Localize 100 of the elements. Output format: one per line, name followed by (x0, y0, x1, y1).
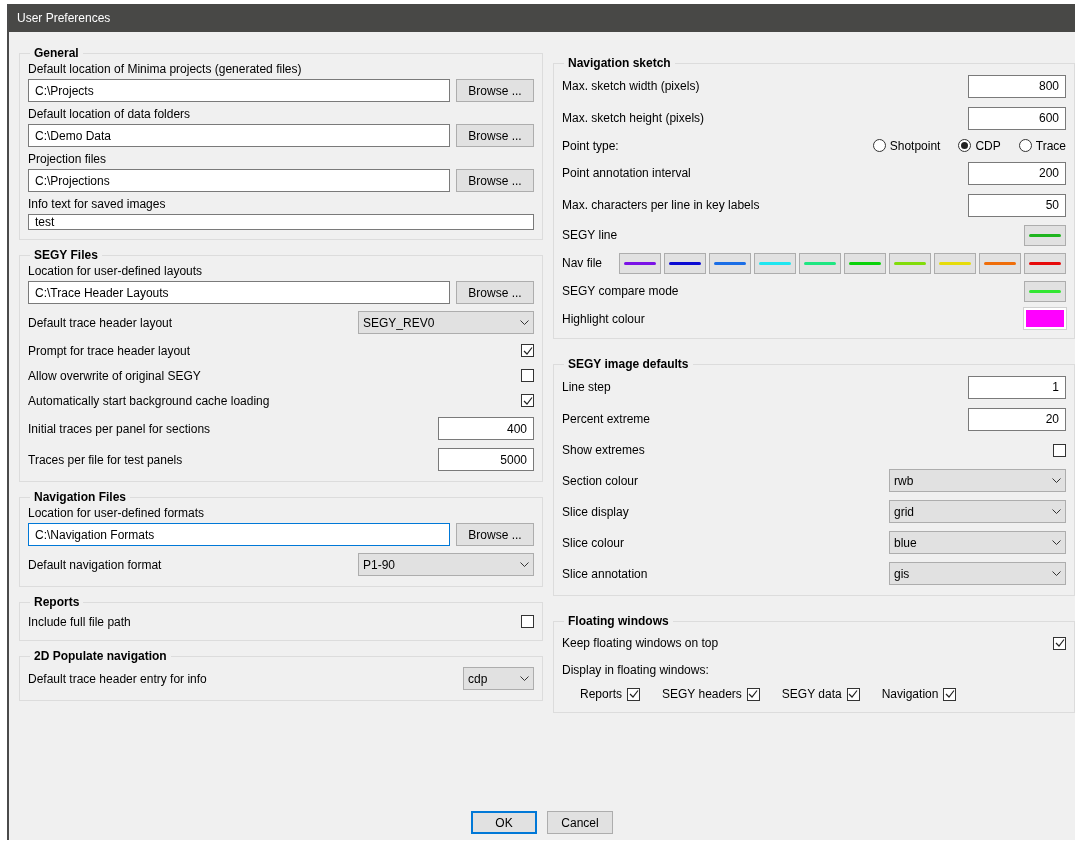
field-label: Line step (562, 380, 611, 394)
path-field[interactable]: C:\Projections (28, 169, 450, 192)
color-picker-button[interactable] (709, 252, 751, 274)
radio-option[interactable]: Shotpoint (872, 138, 941, 153)
dropdown[interactable]: grid (889, 500, 1066, 523)
path-field[interactable]: C:\Trace Header Layouts (28, 281, 450, 304)
number-field[interactable]: 5000 (438, 448, 534, 471)
browse-button[interactable]: Browse ... (456, 169, 534, 192)
check-icon (522, 345, 533, 356)
color-picker-button[interactable] (664, 252, 706, 274)
dropdown[interactable]: gis (889, 562, 1066, 585)
field-label: Allow overwrite of original SEGY (28, 368, 201, 383)
chevron-down-icon (1052, 539, 1061, 546)
browse-button[interactable]: Browse ... (456, 124, 534, 147)
browse-button[interactable]: Browse ... (456, 281, 534, 304)
color-picker-button[interactable] (799, 252, 841, 274)
dropdown[interactable]: SEGY_REV0 (358, 311, 534, 334)
checkbox[interactable] (943, 687, 957, 701)
checkbox[interactable] (521, 344, 534, 357)
field-label: Initial traces per panel for sections (28, 421, 211, 436)
number-field[interactable]: 1 (968, 375, 1066, 399)
field-label: Slice colour (562, 535, 625, 550)
checkbox-label: SEGY headers (662, 687, 742, 701)
field-label: Default trace header entry for info (28, 671, 207, 686)
chevron-down-icon (1052, 477, 1061, 484)
path-field[interactable]: C:\Projects (28, 79, 450, 102)
color-picker-button[interactable] (1024, 252, 1066, 274)
field-label: Show extremes (562, 443, 645, 457)
field-label: SEGY line (562, 228, 618, 242)
dropdown[interactable]: blue (889, 531, 1066, 554)
checkbox[interactable] (1053, 443, 1066, 457)
field-label: Percent extreme (562, 412, 651, 426)
checkbox[interactable] (746, 687, 760, 701)
check-icon (944, 689, 955, 699)
color-picker-button[interactable] (844, 252, 886, 274)
field-label: Slice annotation (562, 566, 648, 581)
section-title: SEGY image defaults (567, 357, 690, 371)
section-title: Reports (33, 595, 81, 609)
section-title: Navigation Files (33, 490, 128, 504)
browse-button[interactable]: Browse ... (456, 79, 534, 102)
checkbox[interactable] (521, 369, 534, 382)
checkbox-label: Navigation (881, 687, 939, 701)
radio-button[interactable] (872, 139, 886, 153)
color-picker-button[interactable] (754, 252, 796, 274)
number-field[interactable]: 800 (968, 74, 1066, 98)
color-picker-button[interactable] (889, 252, 931, 274)
field-label: Highlight colour (562, 311, 645, 326)
checkbox[interactable] (627, 687, 641, 701)
dropdown[interactable]: P1-90 (358, 553, 534, 576)
checkbox[interactable] (521, 394, 534, 407)
field-label: Projection files (28, 152, 108, 166)
checkbox[interactable] (521, 615, 534, 628)
field-label: Default location of data folders (28, 107, 192, 121)
color-picker-button[interactable] (1024, 224, 1066, 246)
check-icon (848, 689, 859, 699)
field-label: Include full file path (28, 614, 131, 629)
radio-button[interactable] (1018, 139, 1032, 153)
chevron-down-icon (1052, 508, 1061, 515)
number-field[interactable]: 50 (968, 193, 1066, 217)
number-field[interactable]: 200 (968, 161, 1066, 185)
field-label: Max. characters per line in key labels (562, 198, 760, 212)
field-label: Section colour (562, 473, 639, 488)
number-field[interactable]: 400 (438, 417, 534, 440)
chevron-down-icon (520, 675, 529, 682)
color-picker-button[interactable] (934, 252, 976, 274)
color-picker-button[interactable] (979, 252, 1021, 274)
field-label: Default location of Minima projects (generated files) (28, 62, 303, 76)
check-icon (748, 689, 759, 699)
dropdown[interactable]: rwb (889, 469, 1066, 492)
path-field[interactable]: C:\Demo Data (28, 124, 450, 147)
checkbox-label: Reports (580, 687, 623, 701)
checkbox[interactable] (846, 687, 860, 701)
window-title: User Preferences (9, 4, 1075, 32)
text-field[interactable]: test (28, 214, 534, 230)
section-title: 2D Populate navigation (33, 649, 168, 663)
section-title: Floating windows (567, 614, 670, 628)
section-title: Navigation sketch (567, 56, 672, 70)
radio-button[interactable] (958, 139, 972, 153)
color-picker-button[interactable] (1024, 280, 1066, 302)
radio-option[interactable]: CDP (958, 138, 1001, 153)
radio-option[interactable]: Trace (1018, 138, 1066, 153)
number-field[interactable]: 600 (968, 106, 1066, 130)
browse-button[interactable]: Browse ... (456, 523, 534, 546)
checkbox[interactable] (1053, 636, 1066, 650)
field-label: Nav file (562, 256, 602, 270)
chevron-down-icon (520, 319, 529, 326)
dropdown[interactable]: cdp (463, 667, 534, 690)
color-swatch[interactable] (1024, 308, 1066, 329)
number-field[interactable]: 20 (968, 407, 1066, 431)
field-label: Display in floating windows: (562, 663, 709, 677)
field-label: Max. sketch height (pixels) (562, 111, 705, 125)
field-label: Default navigation format (28, 557, 162, 572)
dialog-button[interactable]: OK (471, 811, 537, 834)
field-label: Point type: (562, 138, 619, 153)
field-label: SEGY compare mode (562, 284, 679, 298)
color-picker-button[interactable] (619, 252, 661, 274)
section-title: SEGY Files (33, 248, 99, 262)
dialog-button[interactable]: Cancel (547, 811, 613, 834)
chevron-down-icon (520, 561, 529, 568)
path-field[interactable]: C:\Navigation Formats (28, 523, 450, 546)
